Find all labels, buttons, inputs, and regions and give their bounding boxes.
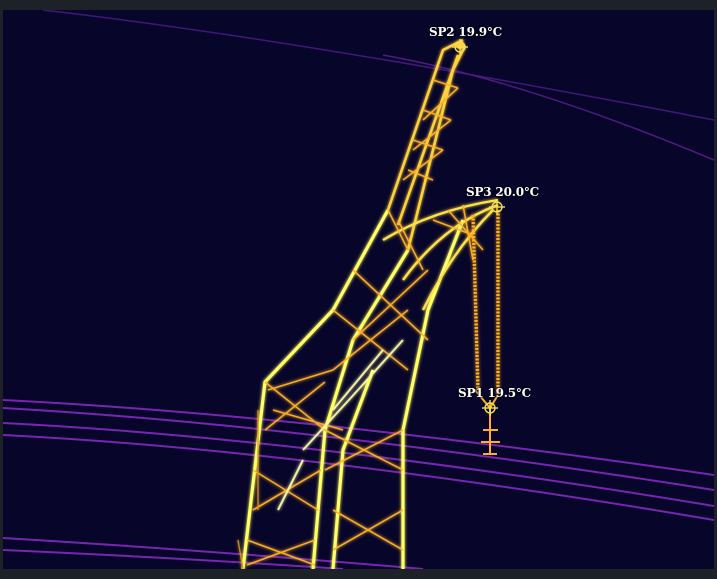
thermal-scene (3, 10, 714, 569)
tower-structure (237, 38, 499, 569)
window-frame: SP2 19.9°C SP3 20.0°C SP1 19.5°C (0, 0, 717, 579)
spot-marker-sp2 (452, 39, 468, 55)
power-lines (3, 10, 714, 569)
thermal-image: SP2 19.9°C SP3 20.0°C SP1 19.5°C (3, 10, 714, 569)
insulator-strings (471, 210, 500, 395)
spot-label-sp2: SP2 19.9°C (429, 25, 502, 39)
spot-label-sp3: SP3 20.0°C (466, 185, 539, 199)
spot-label-sp1: SP1 19.5°C (458, 386, 531, 400)
